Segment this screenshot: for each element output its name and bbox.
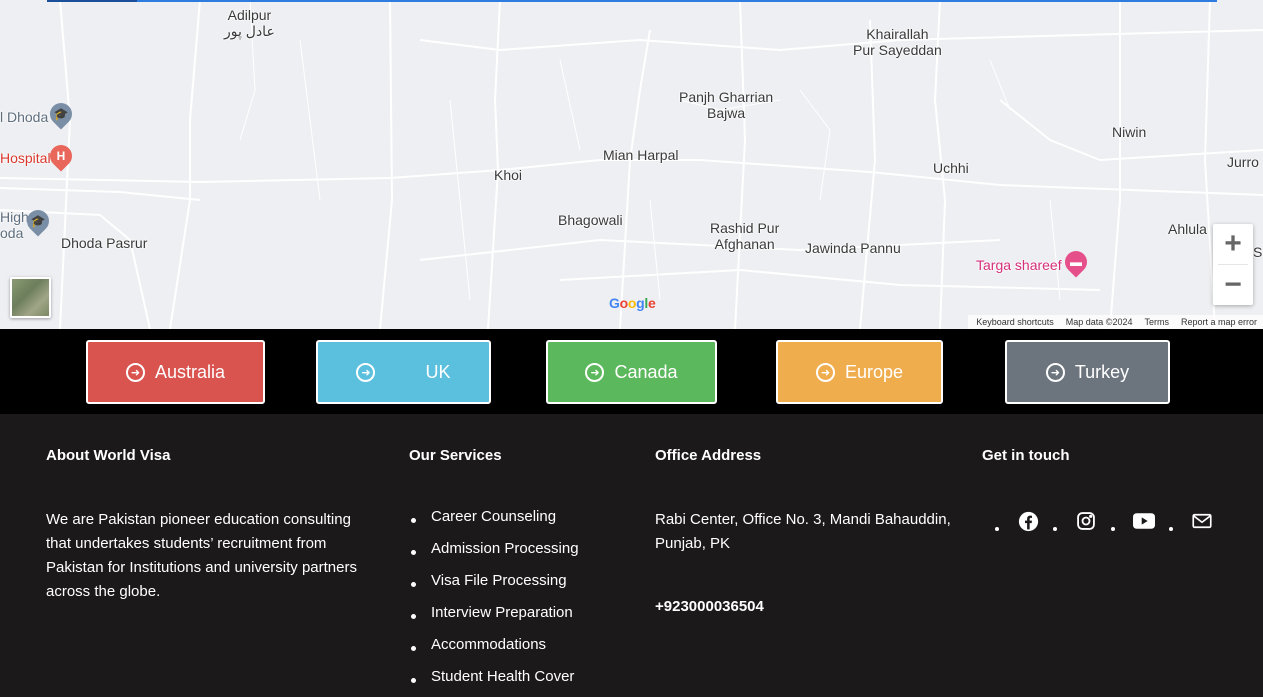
zoom-in-button[interactable]: +: [1213, 224, 1253, 264]
map-place-name: High: [0, 209, 29, 225]
map-place-uchhi: Uchhi: [933, 160, 969, 176]
country-button-label: Europe: [844, 361, 904, 382]
hospital-pin-icon[interactable]: H: [45, 140, 77, 172]
office-address: Rabi Center, Office No. 3, Mandi Bahaudd…: [655, 511, 951, 552]
social-links: [995, 510, 1227, 532]
map-place-jurro: Jurro: [1227, 154, 1259, 170]
service-item[interactable]: Accommodations: [411, 636, 579, 668]
office-heading: Office Address: [655, 447, 762, 464]
list-bullet: [1169, 527, 1173, 531]
site-footer: About World Visa Our Services Office Add…: [0, 414, 1263, 697]
arrow-right-circle-icon: ➜: [585, 362, 605, 382]
map-top-border-accent: [47, 0, 137, 2]
map-roads: [0, 0, 1263, 329]
keyboard-shortcuts-link[interactable]: Keyboard shortcuts: [976, 317, 1054, 327]
list-bullet: [1111, 527, 1115, 531]
map-place-targa-shareef[interactable]: Targa shareef: [976, 257, 1062, 273]
map-zoom-controls: + −: [1213, 224, 1253, 305]
map-place-hospital[interactable]: Hospital: [0, 150, 51, 166]
google-map[interactable]: Adilpur عادل پور Khairallah Pur Sayeddan…: [0, 0, 1263, 329]
map-top-border: [47, 0, 1217, 2]
google-logo-letter: e: [647, 295, 656, 311]
satellite-toggle-button[interactable]: [10, 277, 51, 318]
arrow-right-circle-icon: ➜: [815, 362, 835, 382]
map-place-rashid-pur: Rashid Pur Afghanan: [710, 220, 779, 252]
service-item[interactable]: Admission Processing: [411, 540, 579, 572]
map-attribution-bar: Keyboard shortcuts Map data ©2024 Terms …: [968, 315, 1263, 329]
service-item[interactable]: Student Health Cover: [411, 668, 579, 697]
service-item[interactable]: Visa File Processing: [411, 572, 579, 604]
services-list: Career Counseling Admission Processing V…: [411, 508, 579, 697]
map-place-ahlula: Ahlula: [1168, 221, 1207, 237]
map-place-bhagowali: Bhagowali: [558, 212, 623, 228]
country-button-label: Australia: [154, 361, 226, 382]
map-place-dhoda-pasrur: Dhoda Pasrur: [61, 235, 148, 251]
list-bullet: [995, 527, 999, 531]
map-place-mian-harpal: Mian Harpal: [603, 147, 679, 163]
list-bullet: [1053, 527, 1057, 531]
map-place-name: Rashid Pur: [710, 220, 780, 236]
map-place-subname: عادل پور: [224, 23, 275, 39]
contact-heading: Get in touch: [982, 447, 1070, 464]
map-place-panjh-gharrian: Panjh Gharrian Bajwa: [679, 89, 773, 121]
canada-button[interactable]: ➜ Canada: [546, 340, 717, 404]
google-logo[interactable]: Google: [609, 295, 656, 311]
google-logo-letter: o: [619, 295, 629, 311]
map-place-name: Adilpur: [227, 7, 272, 23]
map-place-dhoda-school[interactable]: l Dhoda: [0, 109, 48, 125]
google-logo-letter: G: [609, 295, 620, 311]
google-logo-letter: o: [627, 295, 637, 311]
google-logo-text: Google: [609, 295, 656, 311]
map-place-subname: Afghanan: [714, 236, 775, 252]
country-button-label: Canada: [614, 361, 678, 382]
arrow-right-circle-icon: ➜: [1045, 362, 1065, 382]
uk-button[interactable]: ➜ UK: [316, 340, 491, 404]
map-place-subname: oda: [0, 225, 24, 241]
arrow-right-circle-icon: ➜: [356, 362, 376, 382]
map-place-jawinda-pannu: Jawinda Pannu: [805, 240, 901, 256]
service-item[interactable]: Career Counseling: [411, 508, 579, 540]
map-place-name: Panjh Gharrian: [679, 89, 774, 105]
map-place-niwin: Niwin: [1112, 124, 1147, 140]
instagram-icon[interactable]: [1075, 510, 1097, 532]
map-place-name: Khairallah: [866, 26, 929, 42]
map-place-subname: Bajwa: [707, 105, 746, 121]
map-place-high-school[interactable]: High oda: [0, 209, 29, 241]
about-heading: About World Visa: [46, 447, 171, 464]
map-place-subname: Pur Sayeddan: [853, 42, 942, 58]
youtube-icon[interactable]: [1133, 510, 1155, 532]
services-heading: Our Services: [409, 447, 502, 464]
zoom-out-button[interactable]: −: [1213, 265, 1253, 305]
terms-link[interactable]: Terms: [1144, 317, 1169, 327]
lodging-pin-icon[interactable]: ▬: [1060, 246, 1092, 278]
country-button-bar: ➜ Australia ➜ UK ➜ Canada ➜ Europe ➜ Tur…: [0, 329, 1263, 414]
school-pin-icon[interactable]: 🎓: [22, 205, 54, 237]
about-text: We are Pakistan pioneer education consul…: [46, 511, 357, 600]
map-place-khoi: Khoi: [494, 167, 523, 183]
country-button-label: UK: [425, 361, 451, 382]
arrow-right-circle-icon: ➜: [125, 362, 145, 382]
map-place-s: S: [1253, 244, 1263, 260]
map-place-adilpur: Adilpur عادل پور: [224, 7, 275, 39]
mail-icon[interactable]: [1191, 510, 1213, 532]
service-item[interactable]: Interview Preparation: [411, 604, 579, 636]
turkey-button[interactable]: ➜ Turkey: [1005, 340, 1170, 404]
map-place-khairallah: Khairallah Pur Sayeddan: [853, 26, 942, 58]
country-button-label: Turkey: [1074, 361, 1130, 382]
map-data-label: Map data ©2024: [1065, 317, 1133, 327]
office-phone[interactable]: +923000036504: [655, 598, 764, 615]
school-pin-icon[interactable]: 🎓: [45, 98, 77, 130]
report-map-error-link[interactable]: Report a map error: [1181, 317, 1257, 327]
facebook-icon[interactable]: [1017, 510, 1039, 532]
europe-button[interactable]: ➜ Europe: [776, 340, 943, 404]
australia-button[interactable]: ➜ Australia: [86, 340, 265, 404]
